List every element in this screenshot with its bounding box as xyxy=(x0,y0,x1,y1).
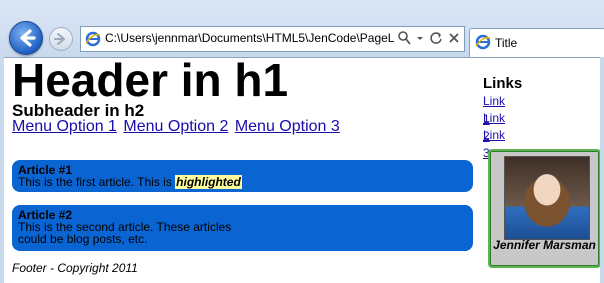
menu-option-1[interactable]: Menu Option 1 xyxy=(12,118,117,135)
address-text[interactable]: C:\Users\jennmar\Documents\HTML5\JenCode… xyxy=(105,31,395,45)
ie-page-icon xyxy=(85,31,101,47)
menu-option-2[interactable]: Menu Option 2 xyxy=(123,118,228,135)
forward-button[interactable] xyxy=(49,27,73,51)
tab-title: Title xyxy=(495,36,518,50)
page-viewport: Header in h1 Subheader in h2 Menu Option… xyxy=(0,57,604,283)
address-bar[interactable]: C:\Users\jennmar\Documents\HTML5\JenCode… xyxy=(80,26,465,52)
article-body: This is the first article. This is highl… xyxy=(18,175,467,189)
links-list: Link 1 Link 2 Link 3 xyxy=(483,92,505,160)
highlighted-text: highlighted xyxy=(175,175,242,189)
links-heading: Links xyxy=(483,75,523,92)
list-item: Link 2 xyxy=(483,109,505,143)
menu-option-3[interactable]: Menu Option 3 xyxy=(235,118,340,135)
profile-name: Jennifer Marsman xyxy=(493,238,596,252)
profile-photo xyxy=(504,156,590,240)
forward-arrow-icon xyxy=(54,33,65,45)
stop-icon[interactable] xyxy=(448,30,460,46)
article-2: Article #2 This is the second article. T… xyxy=(12,205,473,251)
browser-toolbar: C:\Users\jennmar\Documents\HTML5\JenCode… xyxy=(0,0,604,58)
search-icon[interactable] xyxy=(397,30,411,46)
ie-tab-icon xyxy=(475,34,491,50)
list-item: Link 1 xyxy=(483,92,505,126)
dropdown-arrow-icon[interactable] xyxy=(416,30,424,46)
article-body: This is the second article. These articl… xyxy=(18,220,232,246)
list-item: Link 3 xyxy=(483,126,505,160)
refresh-icon[interactable] xyxy=(429,30,443,46)
article-1: Article #1 This is the first article. Th… xyxy=(12,160,473,192)
browser-tab[interactable]: Title xyxy=(469,28,604,57)
article-text: This is the first article. This is xyxy=(18,175,176,189)
menu-nav: Menu Option 1 Menu Option 2 Menu Option … xyxy=(12,118,342,136)
profile-card: Jennifer Marsman xyxy=(488,149,600,268)
back-button[interactable] xyxy=(9,21,43,55)
page-header-h1: Header in h1 xyxy=(12,57,289,106)
page-footer: Footer - Copyright 2011 xyxy=(12,261,138,275)
back-arrow-icon xyxy=(20,29,36,47)
